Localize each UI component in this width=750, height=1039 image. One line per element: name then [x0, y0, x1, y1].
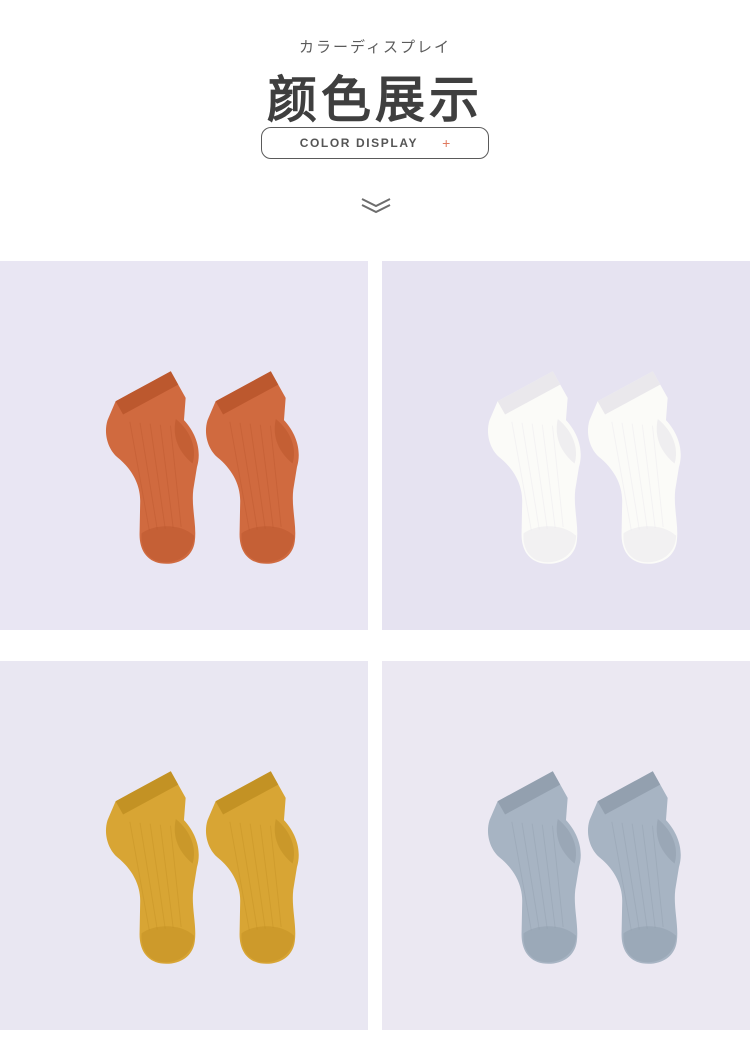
- orange-socks-sock-right: [205, 371, 299, 564]
- white-socks-sock-right: [587, 371, 681, 564]
- gray-blue-socks-sock-left: [487, 771, 581, 964]
- header: カラーディスプレイ 颜色展示 COLOR DISPLAY +: [0, 0, 750, 230]
- white-socks-sock-left: [487, 371, 581, 564]
- double-chevron-down-icon: [361, 198, 391, 214]
- mustard-socks-sock-left: [105, 771, 199, 964]
- orange-socks-image: [105, 371, 299, 564]
- mustard-socks-image: [105, 771, 299, 964]
- gray-blue-socks-sock-right: [587, 771, 681, 964]
- photo-mustard-socks: [0, 661, 368, 1030]
- gray-blue-socks-image: [487, 771, 681, 964]
- photo-white-socks: [382, 261, 750, 630]
- page-title: 颜色展示: [267, 71, 483, 129]
- subtitle-japanese: カラーディスプレイ: [299, 38, 451, 56]
- plus-icon: +: [442, 135, 451, 151]
- color-display-label: COLOR DISPLAY: [299, 136, 419, 150]
- mustard-socks-sock-right: [205, 771, 299, 964]
- color-display-badge: COLOR DISPLAY +: [261, 127, 489, 159]
- photo-gray-blue-socks: [382, 661, 750, 1030]
- orange-socks-sock-left: [105, 371, 199, 564]
- white-socks-image: [487, 371, 681, 564]
- photo-orange-socks: [0, 261, 368, 630]
